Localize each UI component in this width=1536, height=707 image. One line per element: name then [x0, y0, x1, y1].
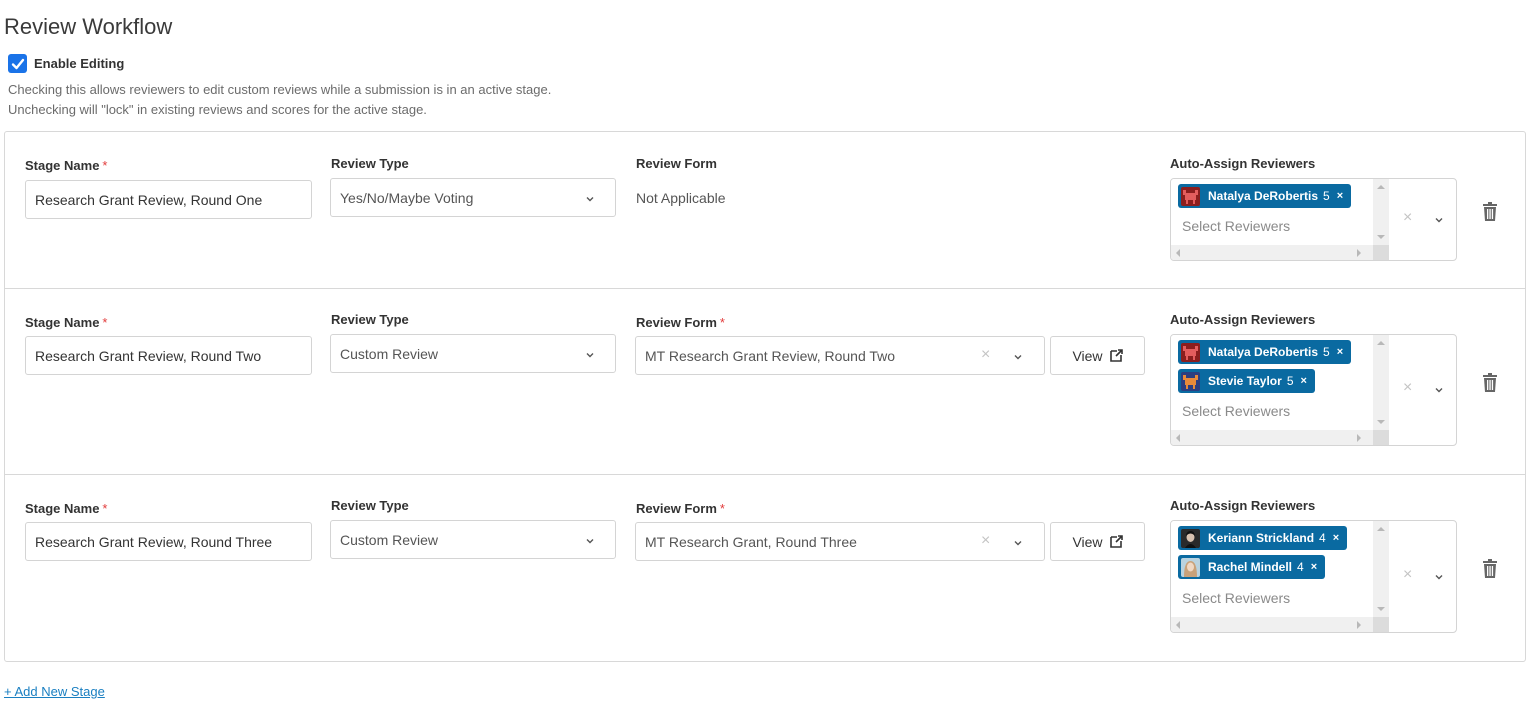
reviewers-select[interactable]: Keriann Strickland 4 × Rachel Mindell 4 …: [1170, 520, 1457, 633]
reviewer-name: Natalya DeRobertis: [1208, 189, 1319, 203]
page-title: Review Workflow: [4, 14, 173, 39]
review-type-label: Review Type: [331, 498, 409, 513]
auto-assign-label: Auto-Assign Reviewers: [1170, 312, 1316, 327]
stage-name-label: Stage Name *: [25, 501, 108, 516]
external-link-icon: [1109, 535, 1123, 548]
vertical-scrollbar[interactable]: [1373, 521, 1389, 617]
reviewer-name: Keriann Strickland: [1208, 531, 1315, 545]
horizontal-scrollbar[interactable]: [1171, 430, 1373, 445]
reviewers-placeholder: Select Reviewers: [1182, 403, 1291, 419]
enable-editing-row[interactable]: Enable Editing: [8, 54, 124, 73]
remove-reviewer-icon[interactable]: ×: [1337, 190, 1343, 202]
remove-reviewer-icon[interactable]: ×: [1311, 561, 1317, 573]
stage-row: Stage Name * Research Grant Review, Round…: [5, 132, 1525, 289]
delete-stage-trash-icon[interactable]: [1482, 202, 1498, 221]
required-mark: *: [719, 501, 725, 516]
help-text-line-2: Unchecking will "lock" in existing revie…: [8, 102, 427, 117]
photo-avatar-dark: [1181, 528, 1200, 548]
reviewer-chip: Natalya DeRobertis 5 ×: [1178, 184, 1352, 208]
review-form-select[interactable]: MT Research Grant Review, Round Two ×: [635, 336, 1045, 375]
vertical-scrollbar[interactable]: [1373, 335, 1389, 430]
review-form-label: Review Form *: [636, 315, 725, 330]
clear-form-icon[interactable]: ×: [981, 346, 990, 364]
reviewers-placeholder: Select Reviewers: [1182, 590, 1291, 606]
checkmark-icon: [11, 58, 24, 69]
clear-reviewers-icon[interactable]: ×: [1403, 379, 1412, 397]
stages-container: Stage Name * Research Grant Review, Round…: [4, 131, 1526, 662]
reviewers-select[interactable]: Natalya DeRobertis 5 × Stevie Taylor 5 ×…: [1170, 334, 1457, 446]
robot-avatar-blue: [1181, 371, 1200, 391]
required-mark: *: [102, 315, 108, 330]
review-type-select[interactable]: Custom Review: [330, 520, 616, 559]
clear-reviewers-icon[interactable]: ×: [1403, 566, 1412, 584]
help-text-line-1: Checking this allows reviewers to edit c…: [8, 82, 552, 97]
chevron-down-icon[interactable]: [1434, 572, 1444, 582]
robot-avatar-red: [1181, 186, 1200, 206]
enable-editing-checkbox[interactable]: [8, 54, 27, 73]
stage-name-input[interactable]: Research Grant Review, Round Two: [25, 336, 312, 375]
required-mark: *: [719, 315, 725, 330]
review-type-label: Review Type: [331, 312, 409, 327]
vertical-scrollbar[interactable]: [1373, 179, 1389, 245]
photo-avatar-light: [1181, 557, 1200, 577]
review-form-label: Review Form: [636, 156, 717, 171]
reviewer-count: 5: [1323, 189, 1330, 203]
reviewer-count: 5: [1286, 374, 1294, 388]
delete-stage-trash-icon[interactable]: [1482, 373, 1498, 392]
enable-editing-label: Enable Editing: [34, 56, 125, 71]
reviewer-chip: Rachel Mindell 4 ×: [1178, 555, 1326, 579]
view-form-button[interactable]: View: [1050, 336, 1145, 375]
chevron-down-icon: [1013, 538, 1023, 548]
chevron-down-icon: [585, 350, 595, 360]
reviewer-name: Natalya DeRobertis: [1208, 345, 1319, 359]
reviewer-count: 4: [1319, 531, 1326, 545]
required-mark: *: [102, 501, 108, 516]
remove-reviewer-icon[interactable]: ×: [1333, 532, 1339, 544]
reviewer-name: Stevie Taylor: [1208, 374, 1282, 388]
delete-stage-trash-icon[interactable]: [1482, 559, 1498, 578]
review-type-select[interactable]: Custom Review: [330, 334, 616, 373]
stage-name-label: Stage Name *: [25, 158, 108, 173]
reviewer-chip: Natalya DeRobertis 5 ×: [1178, 340, 1352, 364]
remove-reviewer-icon[interactable]: ×: [1337, 346, 1343, 358]
review-form-select[interactable]: MT Research Grant, Round Three ×: [635, 522, 1045, 561]
chevron-down-icon: [1013, 352, 1023, 362]
reviewers-select[interactable]: Natalya DeRobertis 5 × Select Reviewers …: [1170, 178, 1457, 261]
stage-name-input[interactable]: Research Grant Review, Round Three: [25, 522, 312, 561]
stage-row: Stage Name * Research Grant Review, Round…: [5, 289, 1525, 475]
required-mark: *: [102, 158, 108, 173]
reviewer-count: 5: [1323, 345, 1330, 359]
clear-reviewers-icon[interactable]: ×: [1403, 209, 1412, 227]
reviewer-chip: Stevie Taylor 5 ×: [1178, 369, 1315, 393]
chevron-down-icon[interactable]: [1434, 215, 1444, 225]
stage-name-input[interactable]: Research Grant Review, Round One: [25, 180, 312, 219]
external-link-icon: [1109, 349, 1123, 362]
review-type-label: Review Type: [331, 156, 409, 171]
add-new-stage-link[interactable]: + Add New Stage: [4, 684, 105, 699]
chevron-down-icon: [585, 194, 595, 204]
reviewer-chip: Keriann Strickland 4 ×: [1178, 526, 1348, 550]
stage-row: Stage Name * Research Grant Review, Round…: [5, 475, 1525, 661]
remove-reviewer-icon[interactable]: ×: [1301, 375, 1307, 387]
view-form-button[interactable]: View: [1050, 522, 1145, 561]
review-type-select[interactable]: Yes/No/Maybe Voting: [330, 178, 616, 217]
clear-form-icon[interactable]: ×: [981, 532, 990, 550]
robot-avatar-red: [1181, 342, 1200, 362]
chevron-down-icon[interactable]: [1434, 385, 1444, 395]
chevron-down-icon: [585, 536, 595, 546]
review-form-label: Review Form *: [636, 501, 725, 516]
auto-assign-label: Auto-Assign Reviewers: [1170, 156, 1316, 171]
horizontal-scrollbar[interactable]: [1171, 245, 1373, 260]
horizontal-scrollbar[interactable]: [1171, 617, 1373, 632]
reviewer-count: 4: [1297, 560, 1304, 574]
stage-name-label: Stage Name *: [25, 315, 108, 330]
auto-assign-label: Auto-Assign Reviewers: [1170, 498, 1316, 513]
reviewers-placeholder: Select Reviewers: [1182, 218, 1291, 234]
reviewer-name: Rachel Mindell: [1208, 560, 1293, 574]
review-form-value: Not Applicable: [636, 190, 726, 206]
